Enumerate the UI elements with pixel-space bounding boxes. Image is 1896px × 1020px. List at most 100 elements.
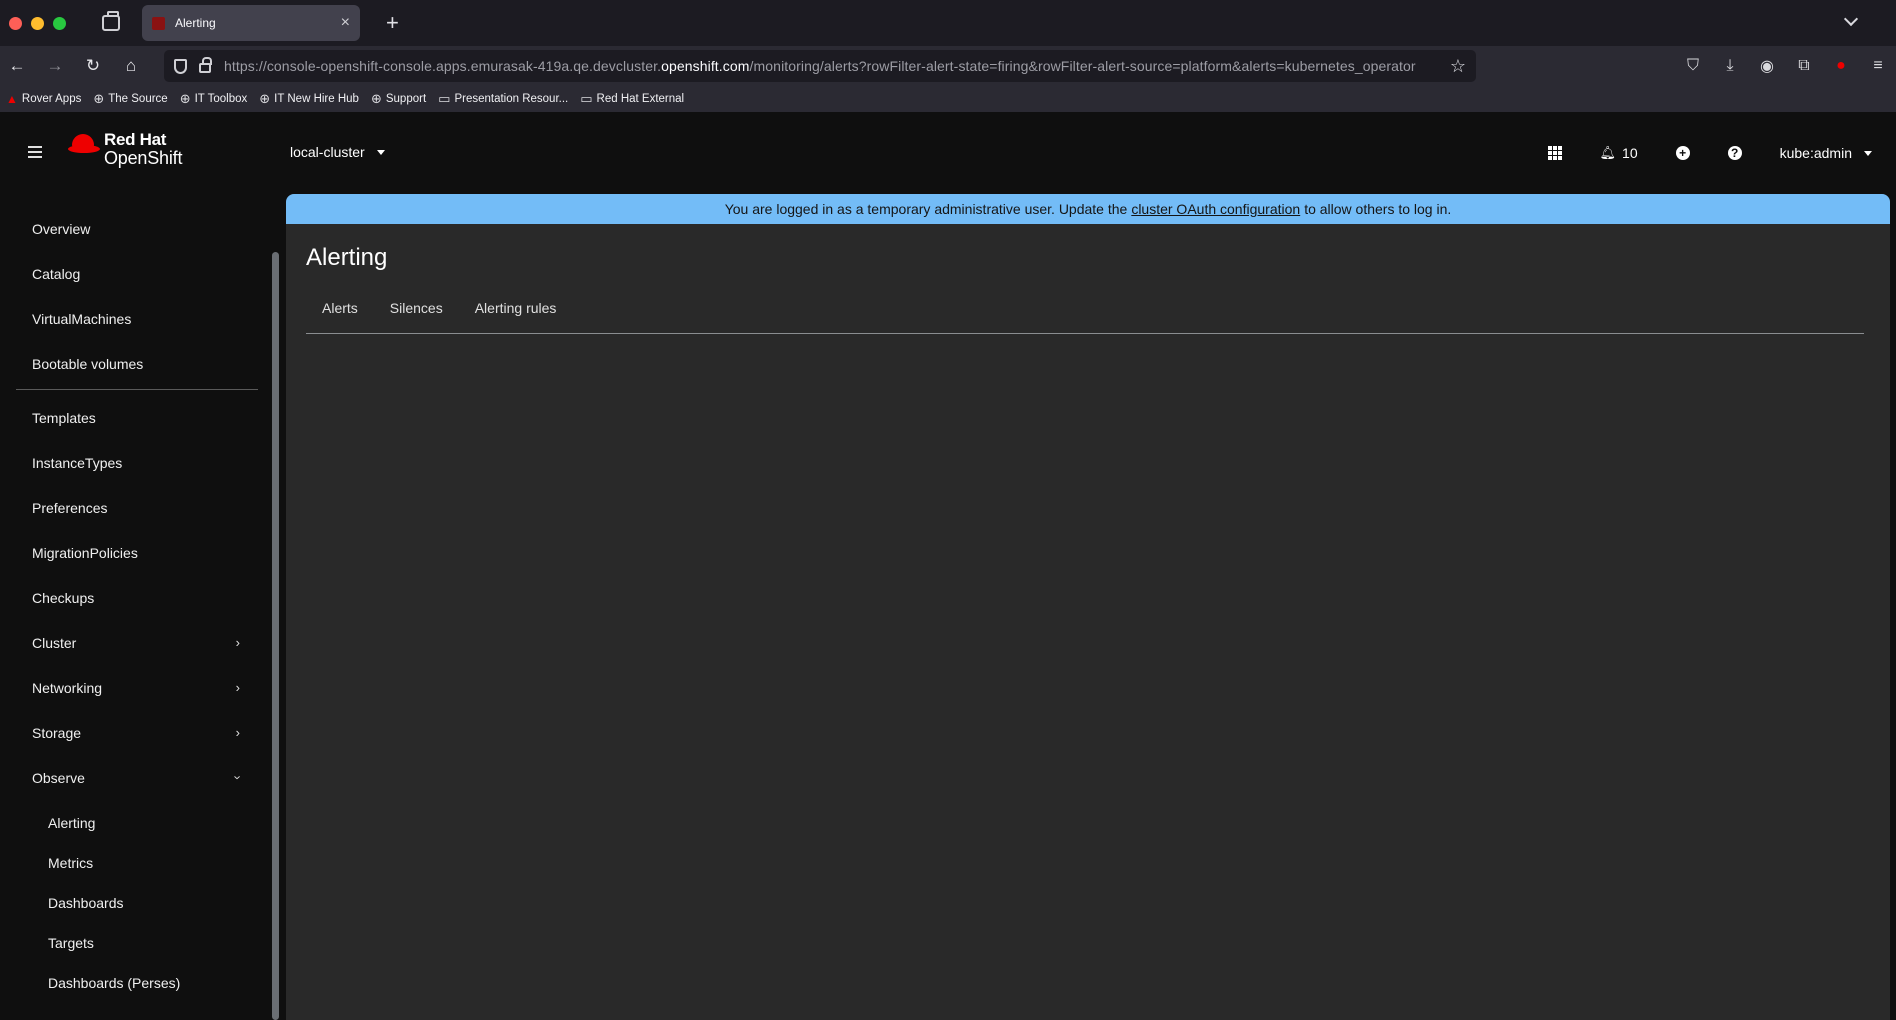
tab-alerting-rules[interactable]: Alerting rules	[459, 286, 573, 334]
banner-text-after: to allow others to log in.	[1304, 201, 1452, 217]
new-tab-icon[interactable]: +	[386, 10, 399, 36]
tab-overview-icon[interactable]	[102, 11, 120, 31]
tab-alerts[interactable]: Alerts	[306, 286, 374, 334]
sidebar-item-observe[interactable]: Observe ›	[32, 770, 245, 786]
close-window-button[interactable]	[9, 16, 22, 30]
main-area: You are logged in as a temporary adminis…	[282, 194, 1896, 1020]
sidebar-item-migrationpolicies[interactable]: MigrationPolicies	[32, 545, 138, 561]
caret-down-icon	[376, 149, 385, 155]
bookmark-star-icon[interactable]: ☆	[1450, 56, 1466, 77]
help-question-circle-icon[interactable]: ?	[1727, 146, 1742, 160]
sidebar-item-alerting[interactable]: Alerting	[48, 815, 95, 831]
sidebar-nav: Overview Catalog VirtualMachines Bootabl…	[0, 194, 282, 1020]
sidebar-item-virtualmachines[interactable]: VirtualMachines	[32, 311, 131, 327]
banner-text: You are logged in as a temporary adminis…	[724, 201, 1128, 217]
url-domain: openshift.com	[661, 58, 750, 74]
user-name: kube:admin	[1779, 145, 1852, 161]
chevron-right-icon: ›	[235, 680, 240, 695]
browser-nav-bar: ← → ↻ ⌂ https://console-openshift-consol…	[0, 46, 1896, 86]
logo-brand-line1: Red Hat	[104, 130, 167, 149]
import-plus-circle-icon[interactable]: +	[1675, 146, 1690, 160]
sidebar-scrollbar[interactable]	[272, 252, 279, 1020]
extensions-icon[interactable]: ⧉	[1794, 57, 1814, 75]
sidebar-item-catalog[interactable]: Catalog	[32, 266, 80, 282]
sidebar-item-preferences[interactable]: Preferences	[32, 500, 107, 516]
pocket-icon[interactable]: ⛉	[1683, 57, 1703, 75]
browser-tab-bar: Alerting × +	[0, 0, 1896, 46]
bookmark-label: The Source	[108, 93, 168, 105]
bookmark-the-source[interactable]: ⊕ The Source	[93, 91, 167, 107]
sidebar-item-storage[interactable]: Storage ›	[32, 725, 240, 741]
bookmark-label: IT Toolbox	[194, 93, 248, 105]
reload-icon[interactable]: ↻	[80, 56, 106, 76]
sidebar-item-dashboards-perses[interactable]: Dashboards (Perses)	[48, 975, 180, 991]
back-arrow-icon[interactable]: ←	[4, 56, 30, 76]
tab-silences[interactable]: Silences	[374, 286, 459, 334]
cluster-oauth-configuration-link[interactable]: cluster OAuth configuration	[1131, 201, 1300, 217]
browser-toolbar-right: ⛉ ⤓ ◉ ⧉ ● ≡	[1683, 46, 1896, 86]
hamburger-menu-icon[interactable]	[28, 146, 42, 161]
bookmark-it-new-hire-hub[interactable]: ⊕ IT New Hire Hub	[259, 91, 359, 107]
bookmark-it-toolbox[interactable]: ⊕ IT Toolbox	[180, 91, 248, 107]
redhat-openshift-logo[interactable]: Red Hat OpenShift	[68, 130, 182, 168]
folder-icon: ▭	[438, 91, 451, 106]
app-launcher-grid-icon[interactable]	[1547, 146, 1562, 160]
sidebar-item-networking[interactable]: Networking ›	[32, 680, 240, 696]
minimize-window-button[interactable]	[31, 16, 44, 30]
sidebar-item-overview[interactable]: Overview	[32, 221, 90, 237]
sidebar-item-bootable-volumes[interactable]: Bootable volumes	[32, 356, 143, 372]
browser-tab-alerting[interactable]: Alerting ×	[142, 5, 360, 41]
redhat-hat-icon	[68, 134, 100, 156]
bookmarks-toolbar: ▲ Rover Apps ⊕ The Source ⊕ IT Toolbox ⊕ IT …	[0, 86, 1896, 112]
maximize-window-button[interactable]	[53, 16, 66, 30]
bookmark-support[interactable]: ⊕ Support	[371, 91, 426, 107]
downloads-icon[interactable]: ⤓	[1720, 57, 1740, 75]
user-menu[interactable]: kube:admin	[1780, 145, 1872, 161]
sidebar-divider	[16, 389, 258, 390]
chevron-down-icon: ›	[230, 775, 246, 780]
sidebar-item-label: Networking	[32, 680, 103, 696]
forward-arrow-icon[interactable]: →	[42, 56, 68, 76]
openshift-favicon-icon	[152, 16, 165, 30]
bookmark-label: Support	[385, 93, 427, 105]
caret-down-icon	[1864, 150, 1872, 156]
sidebar-item-label: Observe	[32, 770, 85, 786]
bookmark-label: Red Hat External	[596, 93, 685, 105]
app-menu-icon[interactable]: ≡	[1868, 57, 1888, 75]
alerting-tabs: Alerts Silences Alerting rules	[306, 286, 1864, 334]
sidebar-item-targets[interactable]: Targets	[48, 935, 94, 951]
tab-list-chevron-icon[interactable]	[1843, 11, 1859, 27]
extension-badge-icon[interactable]: ●	[1831, 57, 1851, 75]
sidebar-item-label: Cluster	[32, 635, 77, 651]
logo-text: Red Hat OpenShift	[104, 130, 182, 168]
lock-icon[interactable]	[199, 57, 212, 73]
window-controls	[9, 16, 66, 30]
globe-icon: ⊕	[179, 91, 191, 106]
home-icon[interactable]: ⌂	[118, 56, 144, 76]
close-tab-icon[interactable]: ×	[341, 14, 350, 32]
masthead: Red Hat OpenShift local-cluster 🔔︎ 10 + …	[0, 112, 1896, 194]
globe-icon: ⊕	[259, 91, 271, 106]
account-icon[interactable]: ◉	[1757, 56, 1777, 76]
sidebar-item-templates[interactable]: Templates	[32, 410, 96, 426]
chevron-right-icon: ›	[235, 635, 240, 650]
tracking-protection-shield-icon[interactable]	[174, 58, 187, 74]
notifications-button[interactable]: 🔔︎ 10	[1600, 145, 1638, 161]
sidebar-item-checkups[interactable]: Checkups	[32, 590, 94, 606]
bookmark-rover-apps[interactable]: ▲ Rover Apps	[6, 92, 81, 106]
cluster-name: local-cluster	[290, 144, 365, 160]
sidebar-item-instancetypes[interactable]: InstanceTypes	[32, 455, 122, 471]
bookmark-folder-red-hat-external[interactable]: ▭ Red Hat External	[580, 91, 684, 107]
sidebar-item-metrics[interactable]: Metrics	[48, 855, 93, 871]
url-suffix: /monitoring/alerts?rowFilter-alert-state…	[749, 58, 1416, 74]
cluster-selector[interactable]: local-cluster	[290, 144, 385, 160]
globe-icon: ⊕	[370, 91, 382, 106]
sidebar-item-dashboards[interactable]: Dashboards	[48, 895, 124, 911]
bookmark-folder-presentation[interactable]: ▭ Presentation Resour...	[438, 91, 568, 107]
sidebar-item-cluster[interactable]: Cluster ›	[32, 635, 240, 651]
url-bar[interactable]: https://console-openshift-console.apps.e…	[164, 50, 1476, 82]
redhat-hat-icon: ▲	[6, 92, 18, 106]
bookmark-label: Presentation Resour...	[454, 93, 569, 105]
url-text[interactable]: https://console-openshift-console.apps.e…	[224, 58, 1442, 74]
folder-icon: ▭	[580, 91, 593, 106]
